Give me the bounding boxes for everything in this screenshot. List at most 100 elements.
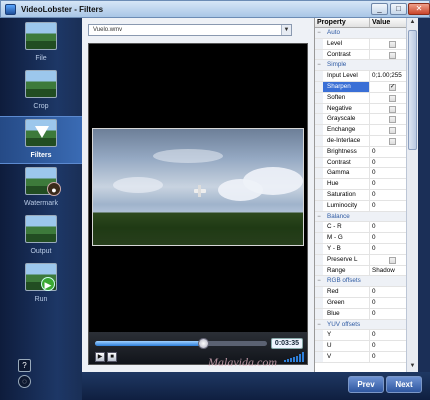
- property-name: Contrast: [323, 49, 370, 60]
- volume-icon[interactable]: [284, 352, 304, 362]
- property-row[interactable]: Hue 0: [315, 179, 418, 190]
- checkbox[interactable]: [389, 105, 396, 113]
- collapse-icon[interactable]: −: [315, 319, 323, 330]
- file-selector-value: Vuelo.wmv: [93, 27, 123, 33]
- checkbox[interactable]: [389, 51, 396, 59]
- property-row[interactable]: Input Level 0;1.00;255: [315, 71, 418, 82]
- row-gutter: [315, 81, 323, 92]
- chevron-down-icon[interactable]: ▼: [281, 25, 291, 35]
- nav-label-output: Output: [30, 248, 52, 255]
- property-rows: − Auto Level Contrast − Simple Input Level 0;1.…: [315, 28, 418, 363]
- row-gutter: [315, 297, 323, 308]
- collapse-icon[interactable]: −: [315, 28, 323, 38]
- collapse-icon[interactable]: −: [315, 276, 323, 287]
- checkbox[interactable]: [389, 137, 396, 145]
- collapse-icon[interactable]: −: [315, 211, 323, 222]
- scroll-up-icon[interactable]: ▲: [408, 18, 417, 28]
- property-scrollbar[interactable]: ▲ ▼: [406, 18, 418, 372]
- property-name: Sharpen: [323, 81, 370, 92]
- stop-button[interactable]: ■: [107, 352, 117, 362]
- next-button[interactable]: Next: [386, 376, 422, 393]
- row-gutter: [315, 287, 323, 297]
- property-group[interactable]: − Balance: [315, 211, 418, 223]
- property-row[interactable]: Green 0: [315, 297, 418, 309]
- seek-bar-fill: [95, 341, 204, 346]
- property-row[interactable]: Negative: [315, 103, 418, 115]
- property-row[interactable]: Level: [315, 38, 418, 50]
- property-row[interactable]: Soften: [315, 92, 418, 104]
- nav-item-output[interactable]: Output: [0, 213, 82, 261]
- property-name: Grayscale: [323, 114, 370, 125]
- checkbox[interactable]: [389, 94, 396, 102]
- property-row[interactable]: Grayscale: [315, 114, 418, 126]
- checkbox[interactable]: [389, 40, 396, 48]
- property-name: M - G: [323, 233, 370, 243]
- row-gutter: [315, 179, 323, 189]
- scrollbar-thumb[interactable]: [408, 30, 417, 150]
- minimize-button[interactable]: _: [371, 3, 388, 15]
- collapse-icon[interactable]: −: [315, 60, 323, 71]
- property-group[interactable]: − Simple: [315, 60, 418, 72]
- checkbox[interactable]: [389, 116, 396, 124]
- play-button[interactable]: ▶: [95, 352, 105, 362]
- property-name: Soften: [323, 92, 370, 103]
- property-group-label: RGB offsets: [327, 277, 361, 285]
- nav-item-run[interactable]: ▶ Run: [0, 261, 82, 309]
- property-row[interactable]: M - G0: [315, 233, 418, 244]
- property-name: Hue: [323, 179, 370, 189]
- checkbox-checked[interactable]: ✓: [389, 83, 396, 91]
- nav-item-crop[interactable]: Crop: [0, 68, 82, 116]
- row-gutter: [315, 71, 323, 81]
- seek-bar[interactable]: [95, 338, 267, 349]
- title-bar: VideoLobster - Filters _ □ ✕: [0, 0, 430, 18]
- row-gutter: [315, 157, 323, 168]
- property-row[interactable]: Y0: [315, 330, 418, 342]
- property-group-label: Auto: [327, 29, 340, 36]
- maximize-button[interactable]: □: [390, 3, 407, 15]
- property-row[interactable]: Preserve L: [315, 254, 418, 266]
- property-row[interactable]: U0: [315, 341, 418, 352]
- property-row[interactable]: Sharpen ✓: [315, 81, 418, 93]
- property-row[interactable]: Y - B0: [315, 243, 418, 255]
- property-row[interactable]: de-Interlace: [315, 135, 418, 147]
- property-name: Enchange: [323, 125, 370, 135]
- property-row[interactable]: Luminocity 0: [315, 200, 418, 212]
- property-row[interactable]: Brightness 0: [315, 146, 418, 158]
- row-gutter: [315, 135, 323, 146]
- row-gutter: [315, 222, 323, 233]
- property-row[interactable]: Contrast 0: [315, 157, 418, 169]
- property-group[interactable]: − YUV offsets: [315, 319, 418, 331]
- property-group[interactable]: − Auto: [315, 28, 418, 39]
- property-row[interactable]: Contrast: [315, 49, 418, 61]
- property-name: C - R: [323, 222, 370, 233]
- property-row[interactable]: C - R0: [315, 222, 418, 234]
- app-icon: [5, 4, 16, 15]
- nav-item-file[interactable]: File: [0, 20, 82, 68]
- property-row[interactable]: Gamma 0: [315, 168, 418, 180]
- help-button[interactable]: ?: [18, 359, 31, 372]
- row-gutter: [315, 200, 323, 211]
- property-row[interactable]: Range Shadow: [315, 265, 418, 277]
- video-player: 0:03:35 ▶ ■: [88, 43, 308, 365]
- prev-button[interactable]: Prev: [348, 376, 384, 393]
- property-row[interactable]: Red 0: [315, 287, 418, 298]
- airplane-icon: [194, 185, 206, 197]
- row-gutter: [315, 351, 323, 362]
- nav-item-watermark[interactable]: ● Watermark: [0, 165, 82, 213]
- property-group[interactable]: − RGB offsets: [315, 276, 418, 288]
- row-gutter: [315, 233, 323, 243]
- checkbox[interactable]: [389, 256, 396, 264]
- checkbox[interactable]: [389, 127, 396, 135]
- row-gutter: [315, 341, 323, 351]
- close-button[interactable]: ✕: [408, 3, 430, 15]
- property-row[interactable]: Enchange: [315, 125, 418, 136]
- property-row[interactable]: Saturation 0: [315, 189, 418, 201]
- nav-item-filters[interactable]: Filters: [0, 116, 82, 164]
- info-icon[interactable]: ◌: [18, 375, 31, 388]
- property-group-label: YUV offsets: [327, 320, 361, 328]
- file-selector[interactable]: Vuelo.wmv ▼: [88, 24, 292, 36]
- seek-handle[interactable]: [198, 338, 210, 349]
- property-row[interactable]: Blue 0: [315, 308, 418, 320]
- scroll-down-icon[interactable]: ▼: [408, 362, 417, 372]
- property-row[interactable]: V0: [315, 351, 418, 363]
